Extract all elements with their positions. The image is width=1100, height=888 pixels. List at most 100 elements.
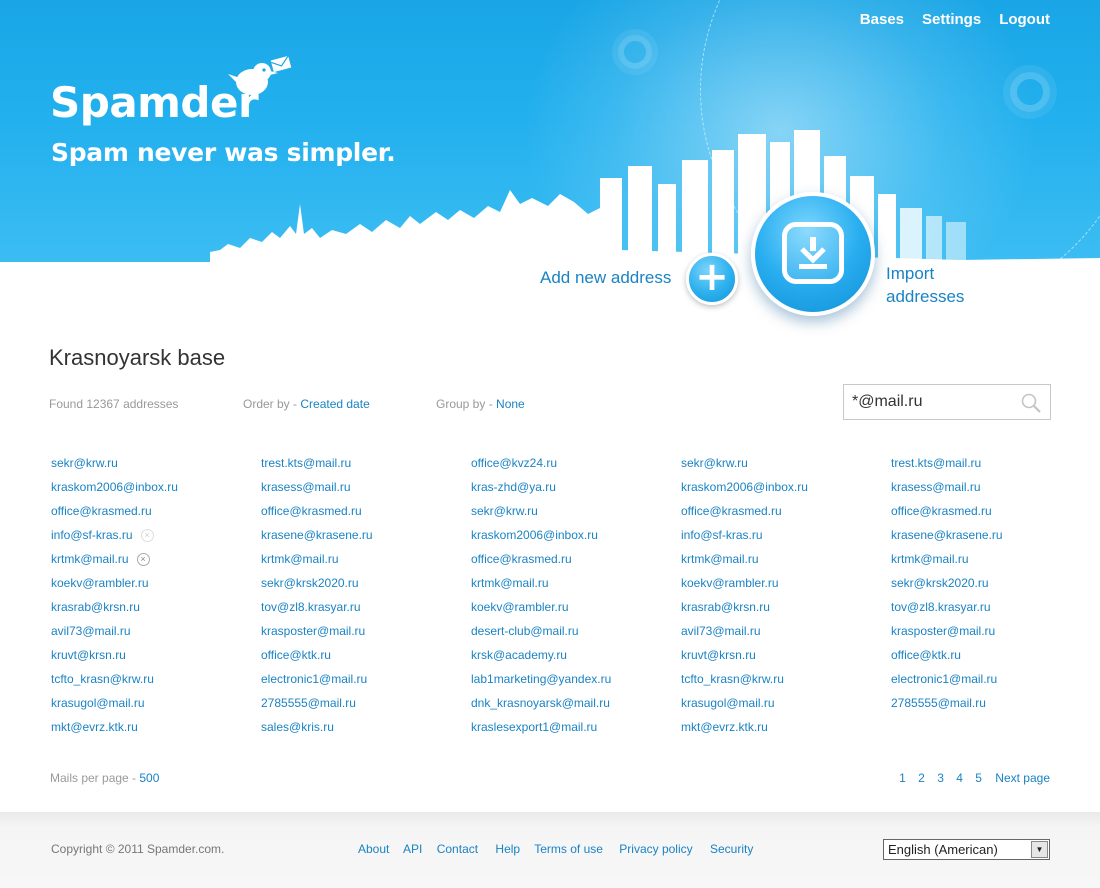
email-address[interactable]: kraskom2006@inbox.ru: [681, 479, 808, 496]
email-address[interactable]: avil73@mail.ru: [51, 623, 131, 640]
email-address[interactable]: office@ktk.ru: [261, 647, 331, 664]
email-item[interactable]: krasess@mail.ru: [891, 479, 1091, 503]
email-item[interactable]: electronic1@mail.ru: [891, 671, 1091, 695]
remove-icon[interactable]: ×: [140, 529, 154, 542]
email-item[interactable]: kraslesexport1@mail.ru: [471, 719, 671, 743]
remove-icon[interactable]: ×: [136, 553, 150, 566]
add-address-button[interactable]: +: [686, 253, 738, 305]
email-address[interactable]: tov@zl8.krasyar.ru: [261, 599, 361, 616]
email-item[interactable]: koekv@rambler.ru: [681, 575, 881, 599]
email-address[interactable]: sekr@krw.ru: [471, 503, 538, 520]
email-item[interactable]: kras-zhd@ya.ru: [471, 479, 671, 503]
email-item[interactable]: sekr@krsk2020.ru: [891, 575, 1091, 599]
email-item[interactable]: office@krasmed.ru: [51, 503, 251, 527]
email-item[interactable]: krtmk@mail.ru: [471, 575, 671, 599]
email-address[interactable]: krtmk@mail.ru: [471, 575, 549, 592]
email-address[interactable]: lab1marketing@yandex.ru: [471, 671, 611, 688]
email-item[interactable]: office@ktk.ru: [261, 647, 461, 671]
email-address[interactable]: office@krasmed.ru: [891, 503, 992, 520]
email-item[interactable]: krasene@krasene.ru: [261, 527, 461, 551]
email-address[interactable]: desert-club@mail.ru: [471, 623, 579, 640]
email-item[interactable]: koekv@rambler.ru: [51, 575, 251, 599]
email-item[interactable]: trest.kts@mail.ru: [261, 455, 461, 479]
email-item[interactable]: trest.kts@mail.ru: [891, 455, 1091, 479]
email-address[interactable]: office@krasmed.ru: [681, 503, 782, 520]
email-address[interactable]: office@krasmed.ru: [471, 551, 572, 568]
email-address[interactable]: dnk_krasnoyarsk@mail.ru: [471, 695, 610, 712]
footer-link-privacy[interactable]: Privacy policy: [619, 842, 692, 856]
email-item[interactable]: krasposter@mail.ru: [891, 623, 1091, 647]
email-address[interactable]: 2785555@mail.ru: [891, 695, 986, 712]
email-item[interactable]: office@krasmed.ru: [681, 503, 881, 527]
email-address[interactable]: avil73@mail.ru: [681, 623, 761, 640]
email-address[interactable]: krtmk@mail.ru: [891, 551, 969, 568]
email-item[interactable]: 2785555@mail.ru: [891, 695, 1091, 719]
email-item[interactable]: kruvt@krsn.ru: [51, 647, 251, 671]
email-address[interactable]: sekr@krw.ru: [51, 455, 118, 472]
email-item[interactable]: krasrab@krsn.ru: [681, 599, 881, 623]
email-item[interactable]: sekr@krw.ru: [471, 503, 671, 527]
email-address[interactable]: trest.kts@mail.ru: [261, 455, 351, 472]
email-item[interactable]: mkt@evrz.ktk.ru: [51, 719, 251, 743]
email-address[interactable]: krasess@mail.ru: [891, 479, 981, 496]
email-item[interactable]: sekr@krw.ru: [51, 455, 251, 479]
footer-link-security[interactable]: Security: [710, 842, 753, 856]
email-address[interactable]: krtmk@mail.ru: [681, 551, 759, 568]
nav-bases[interactable]: Bases: [860, 11, 904, 28]
email-address[interactable]: kras-zhd@ya.ru: [471, 479, 556, 496]
email-item[interactable]: desert-club@mail.ru: [471, 623, 671, 647]
email-address[interactable]: 2785555@mail.ru: [261, 695, 356, 712]
email-item[interactable]: krtmk@mail.ru: [261, 551, 461, 575]
email-item[interactable]: office@krasmed.ru: [261, 503, 461, 527]
search-icon[interactable]: [1020, 392, 1042, 414]
nav-settings[interactable]: Settings: [922, 11, 981, 28]
email-address[interactable]: tcfto_krasn@krw.ru: [681, 671, 784, 688]
email-address[interactable]: kruvt@krsn.ru: [681, 647, 756, 664]
email-item[interactable]: kraskom2006@inbox.ru: [471, 527, 671, 551]
import-addresses-button[interactable]: [751, 192, 875, 316]
language-select[interactable]: English (American) ▼: [883, 839, 1050, 860]
email-address[interactable]: office@krasmed.ru: [51, 503, 152, 520]
footer-link-api[interactable]: API: [403, 842, 422, 856]
email-item[interactable]: mkt@evrz.ktk.ru: [681, 719, 881, 743]
email-item[interactable]: sekr@krw.ru: [681, 455, 881, 479]
email-item[interactable]: 2785555@mail.ru: [261, 695, 461, 719]
email-item[interactable]: tov@zl8.krasyar.ru: [261, 599, 461, 623]
email-item[interactable]: lab1marketing@yandex.ru: [471, 671, 671, 695]
email-address[interactable]: krasrab@krsn.ru: [681, 599, 770, 616]
email-address[interactable]: koekv@rambler.ru: [681, 575, 779, 592]
footer-link-about[interactable]: About: [358, 842, 389, 856]
email-address[interactable]: krasene@krasene.ru: [891, 527, 1003, 544]
email-item[interactable]: krasposter@mail.ru: [261, 623, 461, 647]
email-address[interactable]: krasrab@krsn.ru: [51, 599, 140, 616]
nav-logout[interactable]: Logout: [999, 11, 1050, 28]
email-item[interactable]: dnk_krasnoyarsk@mail.ru: [471, 695, 671, 719]
email-item[interactable]: tcfto_krasn@krw.ru: [51, 671, 251, 695]
email-address[interactable]: info@sf-kras.ru: [51, 527, 133, 544]
email-address[interactable]: krtmk@mail.ru: [261, 551, 339, 568]
email-address[interactable]: electronic1@mail.ru: [261, 671, 367, 688]
email-address[interactable]: tov@zl8.krasyar.ru: [891, 599, 991, 616]
email-address[interactable]: krasposter@mail.ru: [261, 623, 365, 640]
email-address[interactable]: krtmk@mail.ru: [51, 551, 129, 568]
footer-link-terms[interactable]: Terms of use: [534, 842, 603, 856]
email-item[interactable]: info@sf-kras.ru ×: [51, 527, 251, 551]
email-address[interactable]: trest.kts@mail.ru: [891, 455, 981, 472]
email-address[interactable]: sekr@krw.ru: [681, 455, 748, 472]
email-address[interactable]: mkt@evrz.ktk.ru: [51, 719, 138, 736]
email-address[interactable]: sekr@krsk2020.ru: [891, 575, 989, 592]
email-item[interactable]: sales@kris.ru: [261, 719, 461, 743]
email-address[interactable]: krasugol@mail.ru: [51, 695, 145, 712]
email-address[interactable]: krsk@academy.ru: [471, 647, 567, 664]
email-address[interactable]: krasess@mail.ru: [261, 479, 351, 496]
email-item[interactable]: krtmk@mail.ru ×: [51, 551, 251, 575]
email-item[interactable]: avil73@mail.ru: [51, 623, 251, 647]
email-item[interactable]: krasene@krasene.ru: [891, 527, 1091, 551]
footer-link-help[interactable]: Help: [495, 842, 520, 856]
email-item[interactable]: krtmk@mail.ru: [891, 551, 1091, 575]
email-item[interactable]: sekr@krsk2020.ru: [261, 575, 461, 599]
email-item[interactable]: krtmk@mail.ru: [681, 551, 881, 575]
chevron-down-icon[interactable]: ▼: [1031, 841, 1048, 858]
email-item[interactable]: office@krasmed.ru: [471, 551, 671, 575]
email-address[interactable]: kraskom2006@inbox.ru: [51, 479, 178, 496]
